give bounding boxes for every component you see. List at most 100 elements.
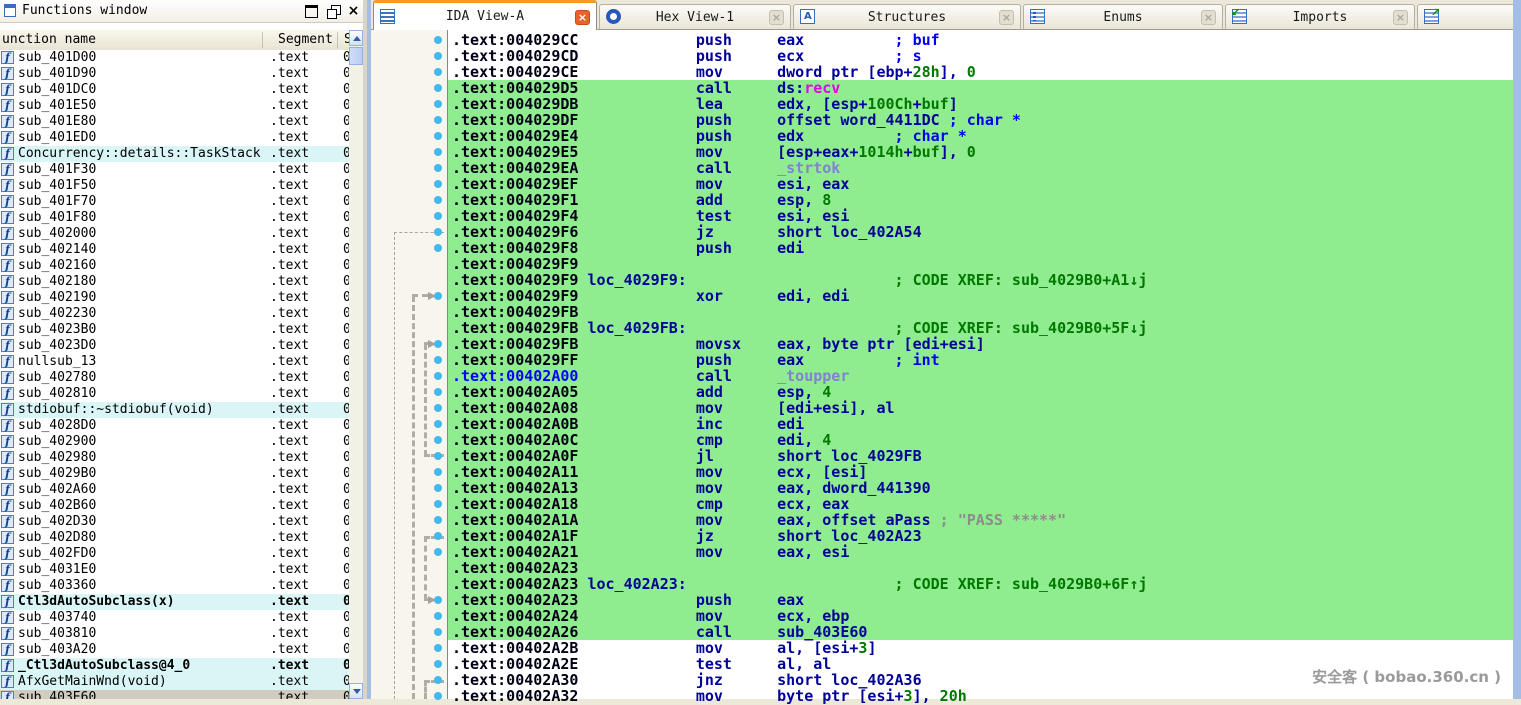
disasm-line[interactable]: .text:004029CC push eax ; buf: [448, 32, 1517, 48]
tab-hex-view-1[interactable]: Hex View-1×: [599, 4, 791, 29]
disasm-line[interactable]: .text:00402A23: [448, 560, 1517, 576]
function-row[interactable]: fsub_402000.text0: [0, 226, 349, 242]
function-row[interactable]: fsub_402B60.text0: [0, 498, 349, 514]
disasm-line[interactable]: .text:004029F1 add esp, 8: [448, 192, 1517, 208]
tab-enums[interactable]: Enums×: [1023, 4, 1223, 29]
disasm-line[interactable]: .text:00402A0C cmp edi, 4: [448, 432, 1517, 448]
function-row[interactable]: fAfxGetMainWnd(void).text0: [0, 674, 349, 690]
function-row[interactable]: fsub_401D00.text0: [0, 50, 349, 66]
maximize-icon[interactable]: [305, 5, 318, 18]
function-row[interactable]: fsub_402810.text0: [0, 386, 349, 402]
function-row[interactable]: fsub_402180.text0: [0, 274, 349, 290]
tab-close-icon[interactable]: ×: [1201, 10, 1216, 25]
disasm-line[interactable]: .text:00402A24 mov ecx, ebp: [448, 608, 1517, 624]
column-separator[interactable]: [262, 32, 263, 48]
disasm-line[interactable]: .text:00402A1F jz short loc_402A23: [448, 528, 1517, 544]
function-row[interactable]: fsub_403E60.text0: [0, 690, 349, 699]
tab-close-icon[interactable]: ×: [769, 10, 784, 25]
disasm-line[interactable]: .text:004029FF push eax ; int: [448, 352, 1517, 368]
tab-structures[interactable]: Structures×: [793, 4, 1021, 29]
scroll-up-icon[interactable]: [349, 30, 363, 46]
function-row[interactable]: fConcurrency::details::TaskStack::~Task·…: [0, 146, 349, 162]
disasm-line[interactable]: .text:004029EA call _strtok: [448, 160, 1517, 176]
function-row[interactable]: fsub_402D30.text0: [0, 514, 349, 530]
disasm-line[interactable]: .text:00402A05 add esp, 4: [448, 384, 1517, 400]
function-row[interactable]: fsub_402FD0.text0: [0, 546, 349, 562]
disasm-line[interactable]: .text:00402A23 loc_402A23: ; CODE XREF: …: [448, 576, 1517, 592]
function-row[interactable]: fsub_4028D0.text0: [0, 418, 349, 434]
function-row[interactable]: fsub_402A60.text0: [0, 482, 349, 498]
disasm-line[interactable]: .text:004029EF mov esi, eax: [448, 176, 1517, 192]
disasm-line[interactable]: .text:004029FB: [448, 304, 1517, 320]
function-row[interactable]: f_Ctl3dAutoSubclass@4_0.text0: [0, 658, 349, 674]
disasm-line[interactable]: .text:00402A13 mov eax, dword_441390: [448, 480, 1517, 496]
function-row[interactable]: fsub_402140.text0: [0, 242, 349, 258]
disasm-line[interactable]: .text:00402A0F jl short loc_4029FB: [448, 448, 1517, 464]
function-row[interactable]: fsub_401DC0.text0: [0, 82, 349, 98]
disasm-line[interactable]: .text:00402A21 mov eax, esi: [448, 544, 1517, 560]
function-row[interactable]: fnullsub_13.text0: [0, 354, 349, 370]
function-row[interactable]: fsub_4029B0.text0: [0, 466, 349, 482]
function-row[interactable]: fsub_402900.text0: [0, 434, 349, 450]
function-row[interactable]: fsub_401D90.text0: [0, 66, 349, 82]
function-row[interactable]: fsub_402160.text0: [0, 258, 349, 274]
disasm-line[interactable]: .text:00402A26 call sub_403E60: [448, 624, 1517, 640]
disasm-line[interactable]: .text:00402A0B inc edi: [448, 416, 1517, 432]
disasm-line[interactable]: .text:00402A00 call _toupper: [448, 368, 1517, 384]
tab-close-icon[interactable]: ×: [999, 10, 1014, 25]
disasm-line[interactable]: .text:004029CE mov dword ptr [ebp+28h], …: [448, 64, 1517, 80]
function-row[interactable]: fsub_401F80.text0: [0, 210, 349, 226]
function-row[interactable]: fCtl3dAutoSubclass(x).text0: [0, 594, 349, 610]
tab-close-icon[interactable]: ×: [575, 10, 590, 25]
function-row[interactable]: fsub_401E50.text0: [0, 98, 349, 114]
function-row[interactable]: fsub_401F30.text0: [0, 162, 349, 178]
functions-window-titlebar[interactable]: Functions window ×: [0, 0, 363, 23]
disasm-line[interactable]: .text:004029F8 push edi: [448, 240, 1517, 256]
disasm-line[interactable]: .text:004029FB movsx eax, byte ptr [edi+…: [448, 336, 1517, 352]
disasm-line[interactable]: .text:004029F9 xor edi, edi: [448, 288, 1517, 304]
disasm-line[interactable]: .text:00402A11 mov ecx, [esi]: [448, 464, 1517, 480]
disasm-line[interactable]: .text:004029FB loc_4029FB: ; CODE XREF: …: [448, 320, 1517, 336]
function-row[interactable]: fsub_402780.text0: [0, 370, 349, 386]
column-header-name[interactable]: unction name: [2, 32, 96, 47]
column-separator[interactable]: [337, 32, 338, 48]
scrollbar-thumb[interactable]: [349, 47, 363, 65]
function-row[interactable]: fsub_403740.text0: [0, 610, 349, 626]
function-row[interactable]: fsub_402190.text0: [0, 290, 349, 306]
disasm-line[interactable]: .text:00402A18 cmp ecx, eax: [448, 496, 1517, 512]
function-row[interactable]: fsub_4023D0.text0: [0, 338, 349, 354]
function-row[interactable]: fsub_402D80.text0: [0, 530, 349, 546]
function-row[interactable]: fsub_403810.text0: [0, 626, 349, 642]
disasm-line[interactable]: .text:00402A32 mov byte ptr [esi+3], 20h: [448, 688, 1517, 704]
disasm-line[interactable]: .text:00402A23 push eax: [448, 592, 1517, 608]
disasm-line[interactable]: .text:004029F6 jz short loc_402A54: [448, 224, 1517, 240]
disasm-line[interactable]: .text:00402A1A mov eax, offset aPass ; "…: [448, 512, 1517, 528]
function-row[interactable]: fsub_401ED0.text0: [0, 130, 349, 146]
column-header-segment[interactable]: Segment: [278, 32, 333, 47]
disasm-line[interactable]: .text:00402A08 mov [edi+esi], al: [448, 400, 1517, 416]
function-row[interactable]: fsub_401F70.text0: [0, 194, 349, 210]
function-row[interactable]: fsub_402230.text0: [0, 306, 349, 322]
tab-imports[interactable]: Imports×: [1225, 4, 1415, 29]
function-row[interactable]: fsub_401E80.text0: [0, 114, 349, 130]
tab-close-icon[interactable]: ×: [1393, 10, 1408, 25]
disasm-line[interactable]: .text:004029CD push ecx ; s: [448, 48, 1517, 64]
disasm-line[interactable]: .text:004029F4 test esi, esi: [448, 208, 1517, 224]
function-row[interactable]: fsub_403A20.text0: [0, 642, 349, 658]
disasm-line[interactable]: .text:004029DB lea edx, [esp+100Ch+buf]: [448, 96, 1517, 112]
disasm-line[interactable]: .text:004029E5 mov [esp+eax+1014h+buf], …: [448, 144, 1517, 160]
function-row[interactable]: fsub_401F50.text0: [0, 178, 349, 194]
tab-ida-view-a[interactable]: IDA View-A×: [373, 0, 597, 30]
scroll-down-icon[interactable]: [349, 683, 363, 699]
function-row[interactable]: fsub_402980.text0: [0, 450, 349, 466]
disasm-line[interactable]: .text:00402A2B mov al, [esi+3]: [448, 640, 1517, 656]
disasm-line[interactable]: .text:004029E4 push edx ; char *: [448, 128, 1517, 144]
disasm-line[interactable]: .text:004029F9: [448, 256, 1517, 272]
tab-exports[interactable]: [1417, 4, 1517, 29]
close-icon[interactable]: ×: [347, 5, 360, 18]
functions-scrollbar[interactable]: [349, 30, 363, 699]
disasm-line[interactable]: .text:004029D5 call ds:recv: [448, 80, 1517, 96]
function-row[interactable]: fstdiobuf::~stdiobuf(void).text0: [0, 402, 349, 418]
disasm-line[interactable]: .text:004029DF push offset word_4411DC ;…: [448, 112, 1517, 128]
function-row[interactable]: fsub_4023B0.text0: [0, 322, 349, 338]
